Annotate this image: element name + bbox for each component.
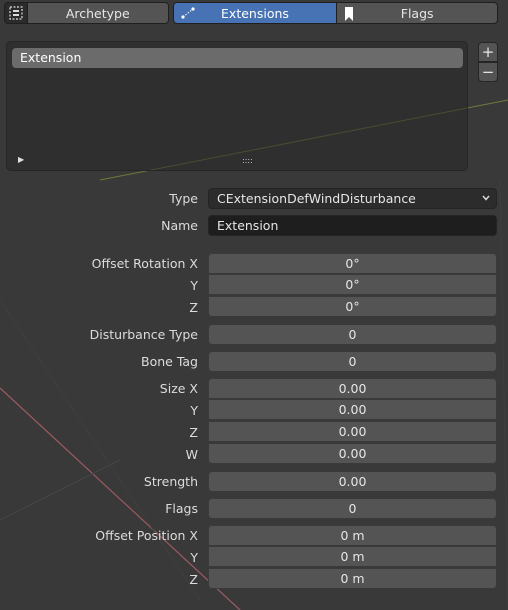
size-w-field[interactable]: 0.00 [208, 443, 497, 464]
archetype-icon [9, 6, 23, 20]
tab-archetype[interactable]: Archetype [26, 2, 169, 24]
offset-position-x-value: 0 m [340, 528, 365, 543]
offset-rotation-y-value: 0° [345, 277, 360, 292]
bone-tag-value: 0 [348, 354, 357, 369]
name-label: Name [161, 218, 198, 233]
offset-rotation-z-field[interactable]: 0° [208, 296, 497, 317]
tab-flags[interactable]: Flags [336, 2, 498, 24]
type-label: Type [169, 191, 198, 206]
offset-position-z-field[interactable]: 0 m [208, 568, 497, 589]
offset-position-z-label: Z [189, 572, 198, 587]
list-item-label: Extension [20, 50, 82, 65]
strength-value: 0.00 [338, 474, 367, 489]
disturbance-type-value: 0 [348, 327, 357, 342]
offset-rotation-z-label: Z [189, 300, 198, 315]
tab-extensions-label: Extensions [221, 5, 289, 21]
add-extension-button[interactable]: + [478, 42, 498, 62]
expand-triangle-icon[interactable]: ▶ [18, 155, 24, 164]
archetype-icon-button[interactable] [4, 2, 28, 24]
bone-tag-field[interactable]: 0 [208, 351, 497, 372]
extensions-icon [181, 7, 195, 19]
offset-position-x-field[interactable]: 0 m [208, 525, 497, 546]
name-value: Extension [217, 218, 279, 233]
resize-grip-icon[interactable]: :::: [242, 156, 253, 165]
size-w-label: W [185, 447, 198, 462]
flags-field[interactable]: 0 [208, 498, 497, 519]
flags-label: Flags [165, 501, 198, 516]
disturbance-type-field[interactable]: 0 [208, 324, 497, 345]
size-x-field[interactable]: 0.00 [208, 378, 497, 399]
size-w-value: 0.00 [338, 446, 367, 461]
size-z-field[interactable]: 0.00 [208, 421, 497, 442]
size-y-value: 0.00 [338, 402, 367, 417]
offset-rotation-y-label: Y [190, 278, 198, 293]
tab-strip: Archetype Extensions Flags [4, 2, 498, 26]
bookmark-icon [345, 7, 354, 21]
extension-list[interactable]: Extension ▶ :::: [6, 41, 468, 171]
offset-position-y-field[interactable]: 0 m [208, 546, 497, 567]
type-value: CExtensionDefWindDisturbance [217, 191, 416, 206]
offset-rotation-x-field[interactable]: 0° [208, 253, 497, 274]
size-y-field[interactable]: 0.00 [208, 399, 497, 420]
flags-value: 0 [348, 501, 357, 516]
size-x-value: 0.00 [338, 381, 367, 396]
remove-extension-button[interactable]: − [478, 62, 498, 82]
offset-rotation-y-field[interactable]: 0° [208, 274, 497, 295]
plus-icon: + [481, 43, 495, 61]
size-y-label: Y [190, 403, 198, 418]
type-dropdown[interactable]: CExtensionDefWindDisturbance [208, 188, 497, 209]
tab-archetype-label: Archetype [65, 5, 130, 21]
tab-flags-label: Flags [400, 5, 434, 21]
disturbance-type-label: Disturbance Type [89, 327, 198, 342]
bone-tag-label: Bone Tag [141, 354, 198, 369]
size-z-value: 0.00 [338, 424, 367, 439]
size-x-label: Size X [159, 381, 198, 396]
chevron-down-icon [482, 195, 490, 201]
minus-icon: − [481, 63, 495, 81]
offset-position-z-value: 0 m [340, 571, 365, 586]
offset-position-x-label: Offset Position X [95, 528, 198, 543]
offset-position-y-label: Y [190, 550, 198, 565]
strength-label: Strength [143, 474, 198, 489]
offset-rotation-z-value: 0° [345, 299, 360, 314]
tab-extensions[interactable]: Extensions [172, 2, 338, 24]
name-field[interactable]: Extension [208, 215, 497, 236]
strength-field[interactable]: 0.00 [208, 471, 497, 492]
offset-rotation-x-value: 0° [345, 256, 360, 271]
offset-position-y-value: 0 m [340, 549, 365, 564]
list-item[interactable]: Extension [12, 48, 463, 68]
size-z-label: Z [189, 425, 198, 440]
offset-rotation-x-label: Offset Rotation X [91, 256, 198, 271]
